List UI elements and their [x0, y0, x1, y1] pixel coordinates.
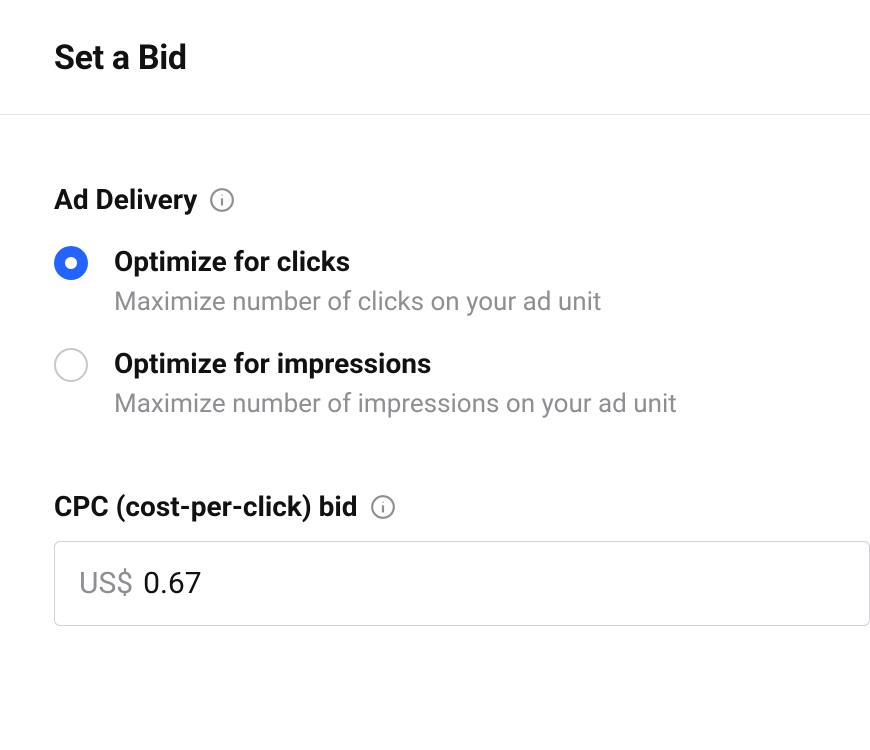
page-title: Set a Bid [54, 38, 870, 78]
option-optimize-for-clicks[interactable]: Optimize for clicks Maximize number of c… [54, 244, 870, 320]
option-desc: Maximize number of clicks on your ad uni… [114, 285, 601, 320]
radio-indicator [54, 348, 88, 382]
ad-delivery-label-row: Ad Delivery [54, 183, 870, 216]
option-desc: Maximize number of impressions on your a… [114, 387, 677, 422]
cpc-bid-input[interactable] [143, 566, 343, 601]
option-text: Optimize for clicks Maximize number of c… [114, 244, 601, 320]
currency-prefix: US$ [79, 566, 133, 601]
option-optimize-for-impressions[interactable]: Optimize for impressions Maximize number… [54, 346, 870, 422]
ad-delivery-label: Ad Delivery [54, 183, 197, 216]
content: Ad Delivery Optimize for clicks Maximize… [0, 115, 870, 626]
ad-delivery-options: Optimize for clicks Maximize number of c… [54, 244, 870, 422]
cpc-label-row: CPC (cost-per-click) bid [54, 490, 870, 523]
option-title: Optimize for clicks [114, 244, 601, 279]
cpc-label: CPC (cost-per-click) bid [54, 490, 358, 523]
radio-indicator [54, 246, 88, 280]
info-icon[interactable] [370, 494, 396, 520]
info-icon[interactable] [209, 187, 235, 213]
option-text: Optimize for impressions Maximize number… [114, 346, 677, 422]
cpc-input-wrap[interactable]: US$ [54, 541, 870, 626]
option-title: Optimize for impressions [114, 346, 677, 381]
header-section: Set a Bid [0, 0, 870, 115]
